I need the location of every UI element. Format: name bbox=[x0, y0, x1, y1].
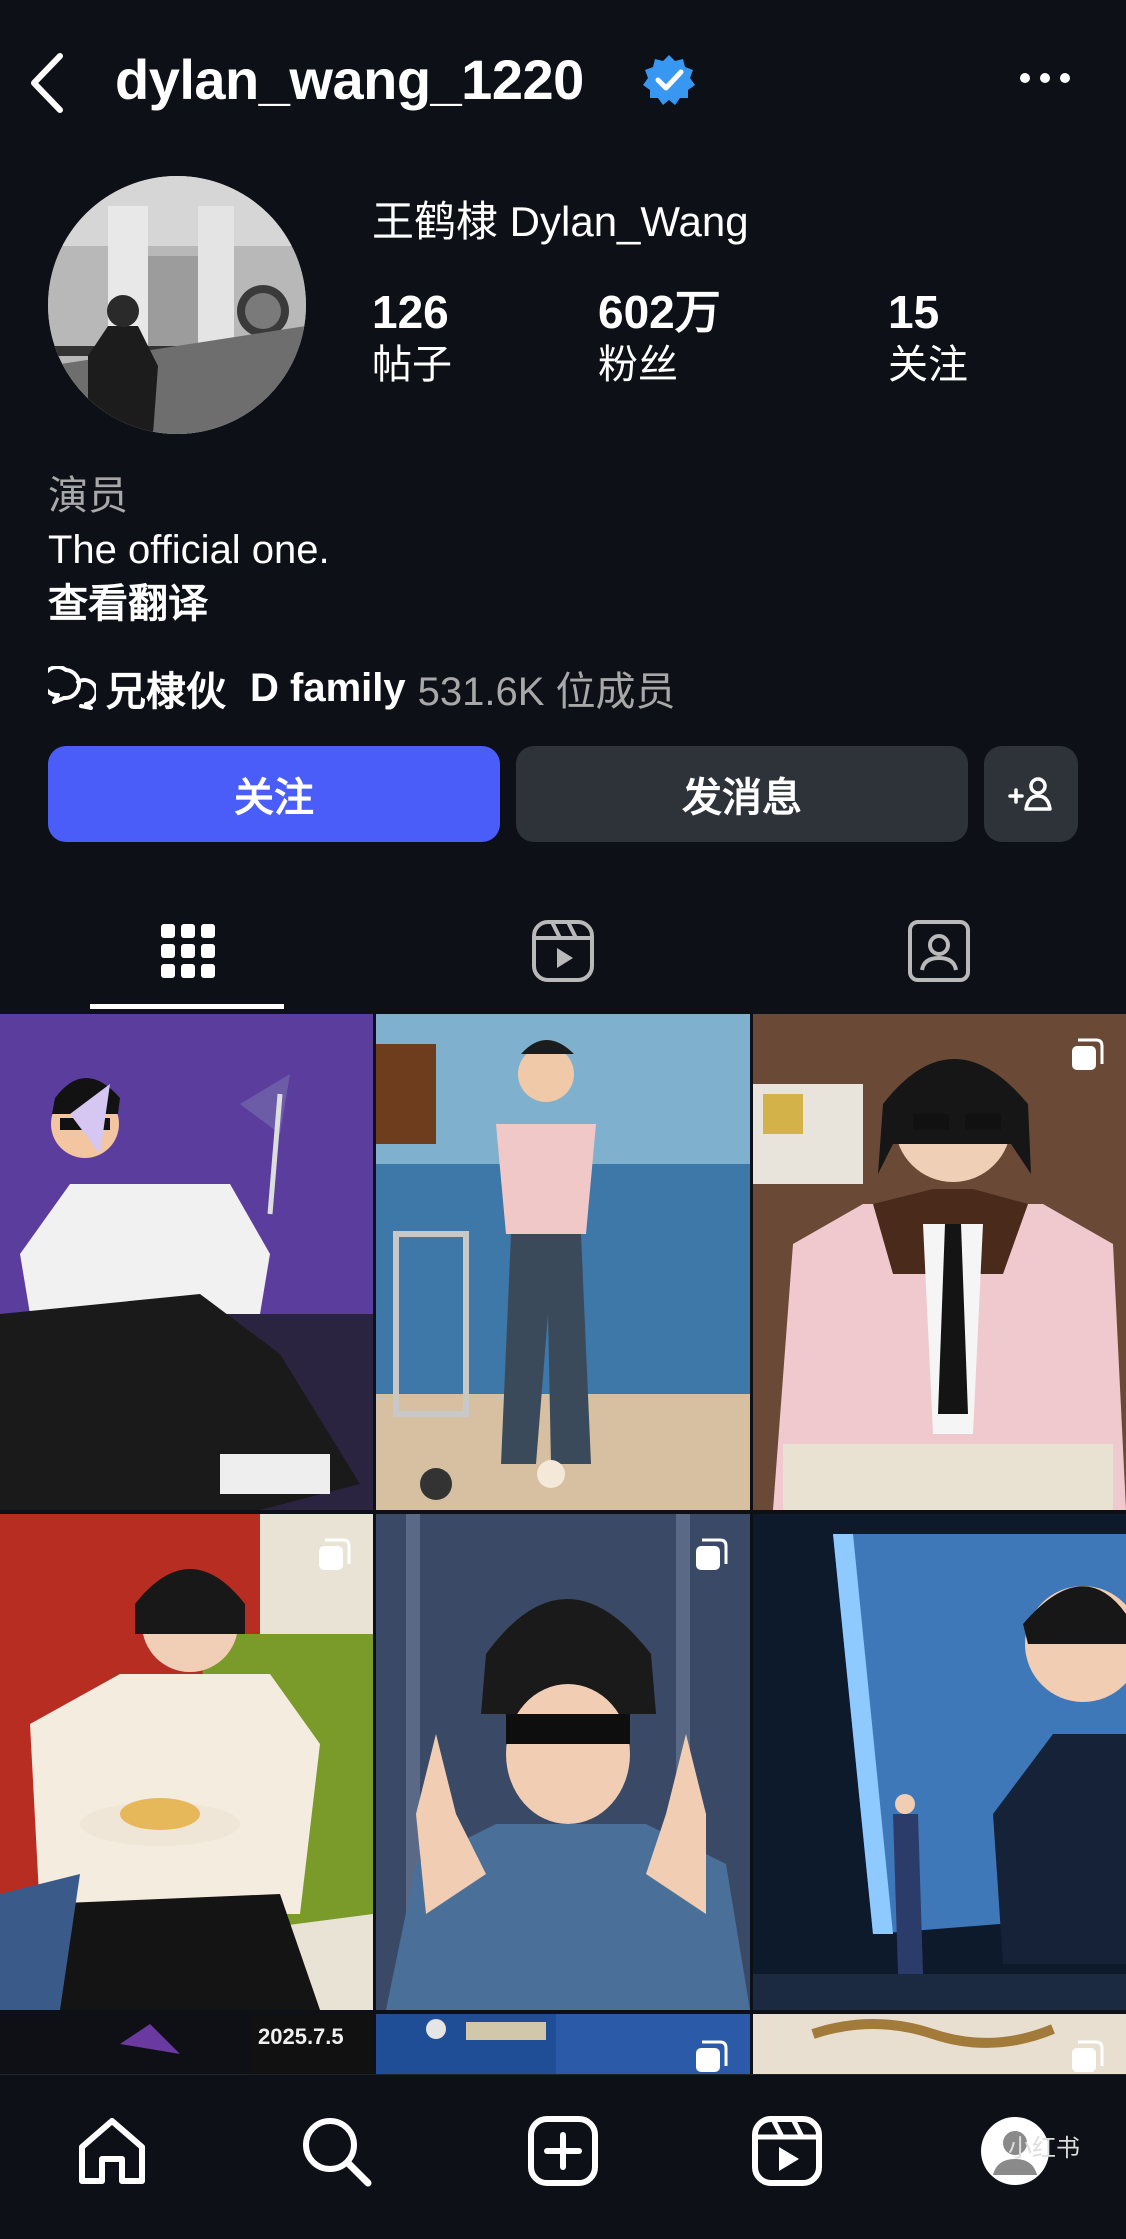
community-member-count: 531.6K 位成员 bbox=[417, 670, 676, 714]
watermark: 小红书 bbox=[1008, 2135, 1080, 2162]
post-thumbnail[interactable] bbox=[0, 1014, 373, 1510]
tagged-icon bbox=[907, 920, 970, 982]
message-button[interactable]: 发消息 bbox=[516, 746, 968, 842]
chevron-left-icon bbox=[31, 53, 63, 113]
posts-count-value: 126 bbox=[372, 286, 449, 338]
post-thumbnail[interactable] bbox=[376, 1014, 750, 1510]
bio-category: 演员 bbox=[48, 474, 128, 518]
tab-reels[interactable] bbox=[375, 896, 750, 1006]
chat-bubbles-icon bbox=[48, 666, 96, 710]
bio-text: The official one. bbox=[48, 528, 330, 572]
nav-home[interactable] bbox=[72, 2111, 152, 2191]
search-icon bbox=[303, 2118, 372, 2187]
grid-icon bbox=[160, 924, 215, 978]
tab-tagged[interactable] bbox=[751, 896, 1126, 1006]
followers-count[interactable]: 602万 粉丝 bbox=[598, 284, 721, 390]
reels-icon bbox=[752, 2116, 822, 2186]
multiple-images-icon bbox=[1072, 1038, 1104, 1070]
verified-badge-icon bbox=[641, 52, 697, 108]
nav-search[interactable] bbox=[296, 2111, 376, 2191]
multiple-images-icon bbox=[319, 1538, 351, 1570]
following-count-value: 15 bbox=[888, 286, 940, 338]
nav-create[interactable] bbox=[523, 2111, 603, 2191]
profile-username: dylan_wang_1220 bbox=[115, 48, 584, 111]
home-icon bbox=[79, 2118, 145, 2184]
post-caption-date: 2025.7.5 bbox=[258, 2024, 344, 2049]
post-thumbnail[interactable] bbox=[753, 1014, 1126, 1510]
more-horizontal-icon bbox=[1020, 73, 1070, 83]
community-link[interactable]: 兄棣伙 D family 531.6K 位成员 bbox=[48, 660, 676, 716]
post-thumbnail[interactable] bbox=[0, 1514, 373, 2010]
multiple-images-icon bbox=[1072, 2040, 1104, 2072]
create-icon bbox=[528, 2116, 598, 2186]
multiple-images-icon bbox=[696, 1538, 728, 1570]
community-name: 兄棣伙 bbox=[106, 670, 226, 714]
profile-avatar[interactable] bbox=[48, 176, 306, 434]
posts-count-label: 帖子 bbox=[372, 343, 452, 387]
multiple-images-icon bbox=[696, 2040, 728, 2072]
bottom-navigation bbox=[0, 2074, 1126, 2239]
profile-display-name: 王鹤棣 Dylan_Wang bbox=[372, 198, 749, 245]
post-thumbnail[interactable] bbox=[753, 1514, 1126, 2010]
post-thumbnail[interactable] bbox=[753, 2014, 1126, 2074]
community-family: D family bbox=[250, 665, 406, 710]
followers-count-label: 粉丝 bbox=[598, 343, 678, 387]
post-thumbnail[interactable]: 2025.7.5 bbox=[0, 2014, 373, 2074]
avatar-photo bbox=[48, 176, 306, 434]
post-thumbnail[interactable] bbox=[376, 1514, 750, 2010]
nav-reels[interactable] bbox=[747, 2111, 827, 2191]
active-tab-indicator bbox=[90, 1004, 284, 1009]
tab-posts-grid[interactable] bbox=[0, 896, 375, 1006]
following-count-label: 关注 bbox=[888, 343, 968, 387]
posts-grid: 2025.7.5 bbox=[0, 1014, 1126, 2074]
more-options-button[interactable] bbox=[1015, 60, 1075, 96]
back-button[interactable] bbox=[22, 48, 72, 118]
suggested-accounts-button[interactable] bbox=[984, 746, 1078, 842]
followers-count-value: 602万 bbox=[598, 286, 721, 338]
add-person-icon bbox=[1008, 777, 1052, 811]
post-thumbnail[interactable] bbox=[376, 2014, 750, 2074]
reels-icon bbox=[531, 920, 594, 982]
posts-count[interactable]: 126 帖子 bbox=[372, 284, 452, 390]
follow-button[interactable]: 关注 bbox=[48, 746, 500, 842]
following-count[interactable]: 15 关注 bbox=[888, 284, 968, 390]
see-translation-link[interactable]: 查看翻译 bbox=[48, 578, 208, 630]
